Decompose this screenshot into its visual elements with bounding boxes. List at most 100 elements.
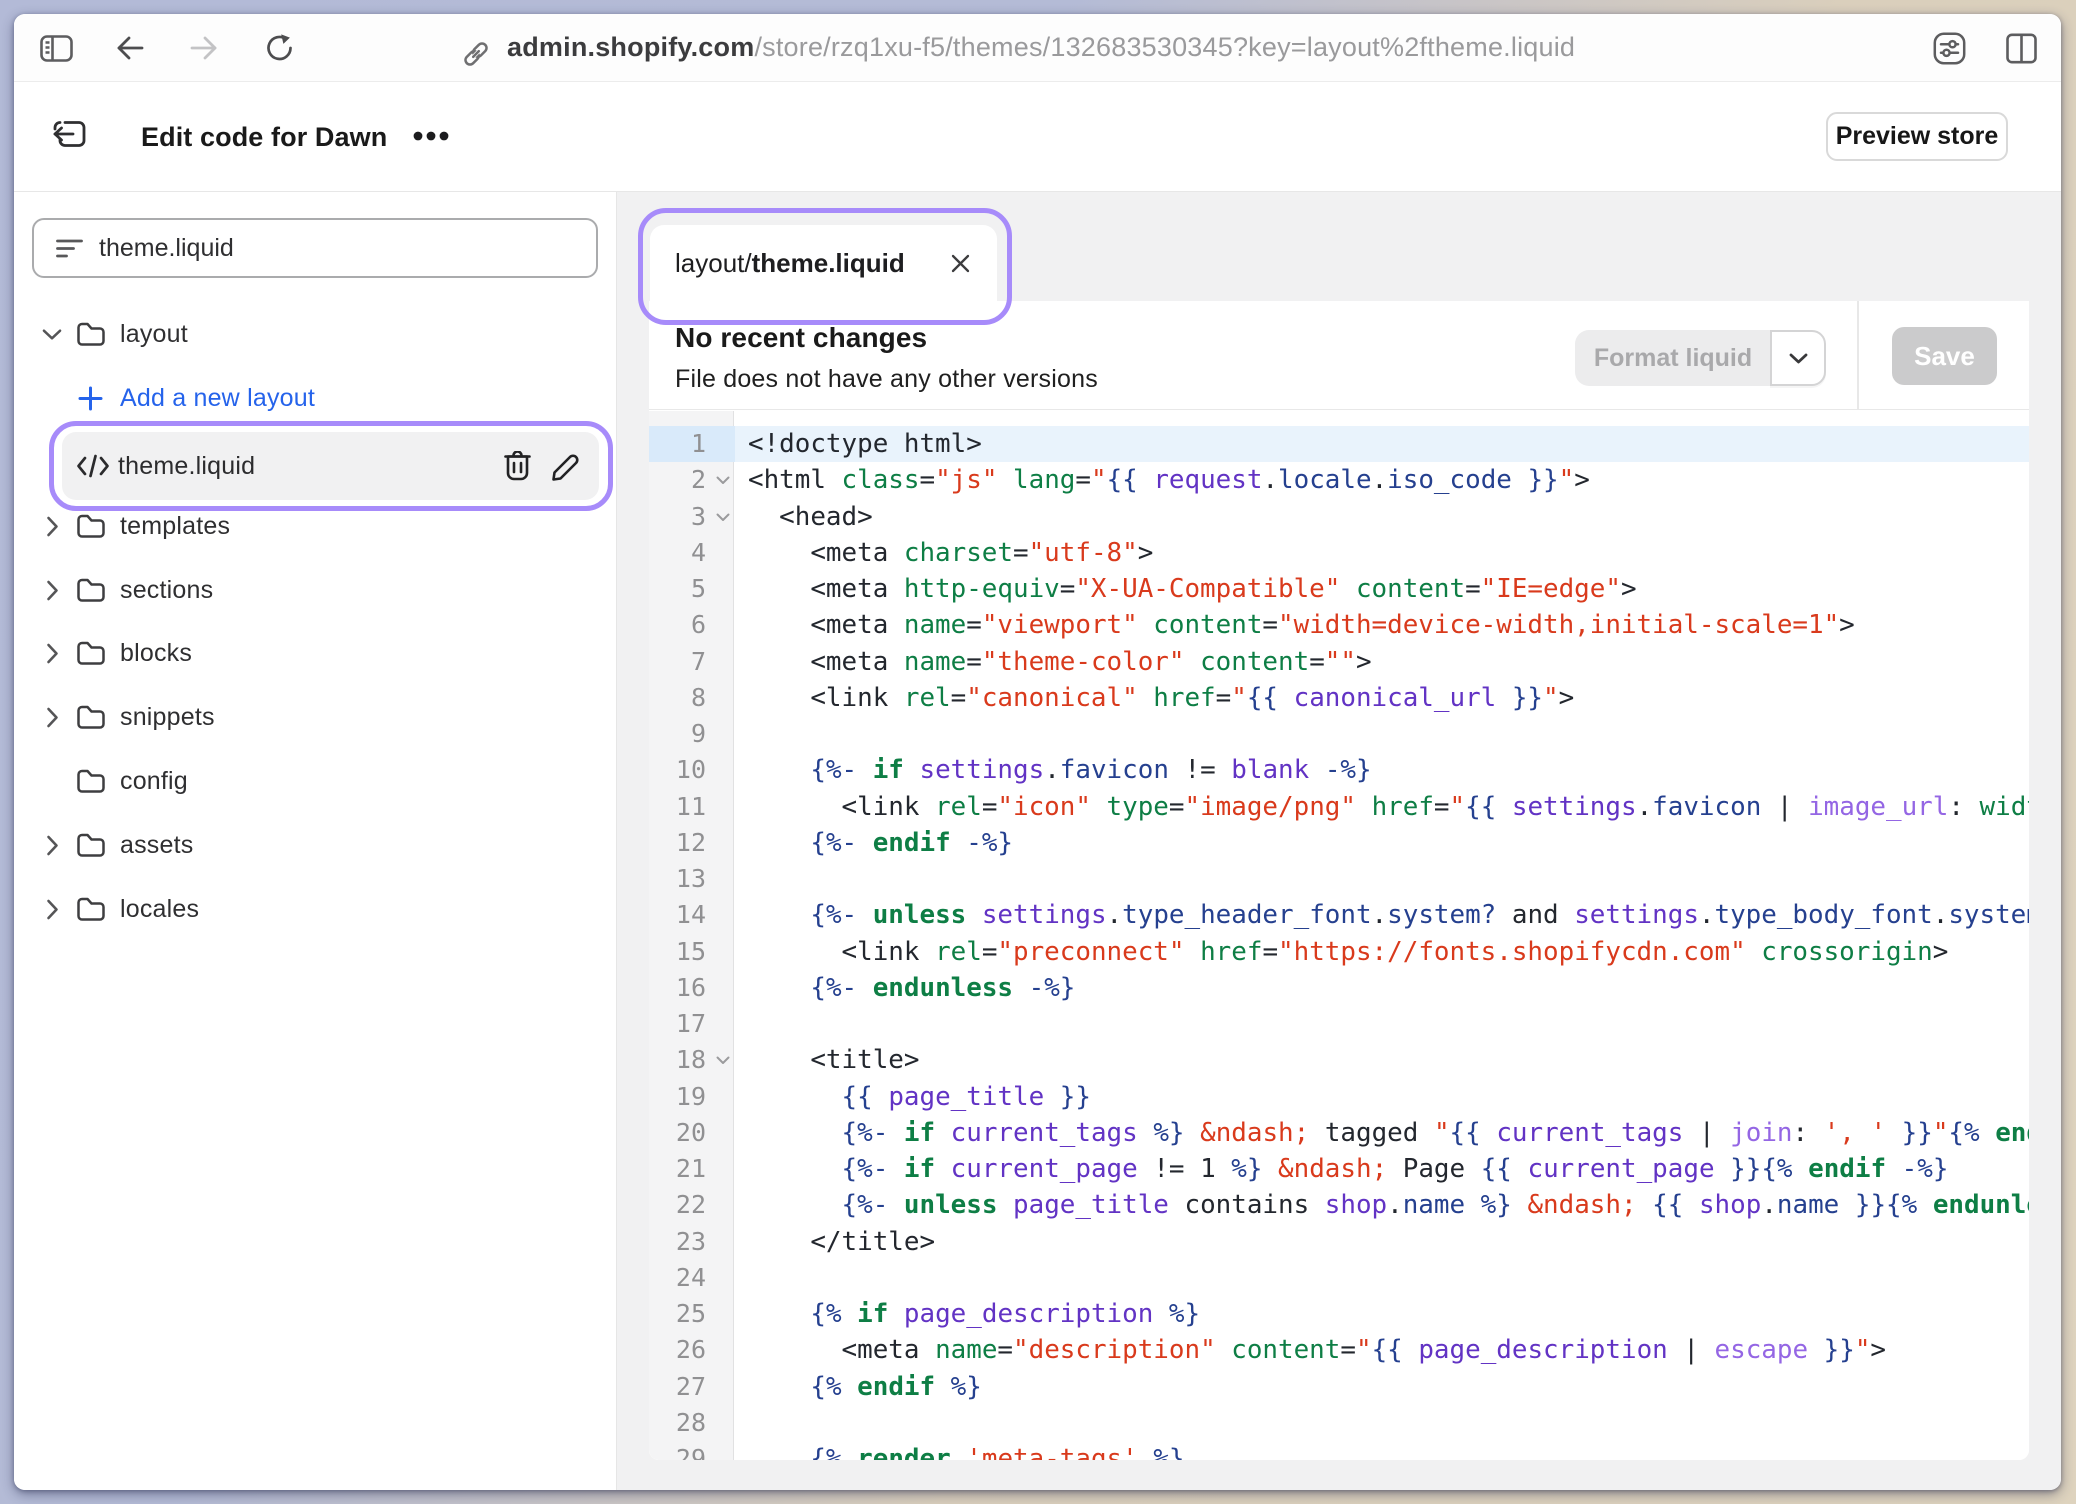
fold-chevron-icon[interactable]: [716, 1056, 730, 1065]
page-settings-icon[interactable]: [1933, 32, 1966, 65]
url-bar[interactable]: admin.shopify.com/store/rzq1xu-f5/themes…: [507, 14, 1575, 81]
folder-icon: [77, 641, 105, 665]
line-number: 18: [649, 1042, 735, 1078]
line-number: 12: [649, 825, 735, 861]
chevron-right-icon[interactable]: [42, 899, 62, 920]
folder-icon: [77, 897, 105, 921]
tree-file-label: theme.liquid: [118, 432, 255, 500]
tab-label: layout/theme.liquid: [675, 225, 905, 301]
reload-icon[interactable]: [265, 33, 295, 63]
code-line-text: <meta name="theme-color" content="">: [735, 644, 2029, 680]
code-line-21[interactable]: 21 {%- if current_page != 1 %} &ndash; P…: [649, 1151, 2029, 1187]
code-line-8[interactable]: 8 <link rel="canonical" href="{{ canonic…: [649, 680, 2029, 716]
tree-folder-sections[interactable]: sections: [14, 558, 616, 622]
code-line-13[interactable]: 13: [649, 861, 2029, 897]
tree-folder-locales[interactable]: locales: [14, 877, 616, 941]
chevron-right-icon[interactable]: [42, 580, 62, 601]
code-line-25[interactable]: 25 {% if page_description %}: [649, 1296, 2029, 1332]
chevron-down-icon[interactable]: [42, 328, 62, 341]
code-line-text: {% if page_description %}: [735, 1296, 2029, 1332]
split-view-icon[interactable]: [2006, 33, 2037, 64]
forward-icon[interactable]: [190, 34, 218, 62]
code-line-16[interactable]: 16 {%- endunless -%}: [649, 970, 2029, 1006]
code-line-6[interactable]: 6 <meta name="viewport" content="width=d…: [649, 607, 2029, 643]
tree-folder-blocks[interactable]: blocks: [14, 621, 616, 685]
code-line-23[interactable]: 23 </title>: [649, 1224, 2029, 1260]
code-line-15[interactable]: 15 <link rel="preconnect" href="https://…: [649, 934, 2029, 970]
status-title: No recent changes: [675, 322, 927, 354]
code-line-12[interactable]: 12 {%- endif -%}: [649, 825, 2029, 861]
code-line-26[interactable]: 26 <meta name="description" content="{{ …: [649, 1332, 2029, 1368]
tree-file-theme-liquid[interactable]: theme.liquid: [62, 432, 599, 500]
line-number: 9: [649, 716, 735, 752]
code-line-text: {%- unless settings.type_header_font.sys…: [735, 897, 2029, 933]
code-line-3[interactable]: 3 <head>: [649, 499, 2029, 535]
code-line-19[interactable]: 19 {{ page_title }}: [649, 1079, 2029, 1115]
code-line-20[interactable]: 20 {%- if current_tags %} &ndash; tagged…: [649, 1115, 2029, 1151]
line-number: 11: [649, 789, 735, 825]
code-line-2[interactable]: 2<html class="js" lang="{{ request.local…: [649, 462, 2029, 498]
chevron-right-icon[interactable]: [42, 516, 62, 537]
folder-icon: [77, 322, 105, 346]
code-line-7[interactable]: 7 <meta name="theme-color" content="">: [649, 644, 2029, 680]
tree-folder-label: assets: [120, 831, 193, 860]
fold-chevron-icon[interactable]: [716, 476, 730, 485]
code-line-1[interactable]: 1<!doctype html>: [649, 426, 2029, 462]
code-line-29[interactable]: 29 {% render 'meta-tags' %}: [649, 1441, 2029, 1460]
code-line-text: <head>: [735, 499, 2029, 535]
code-line-22[interactable]: 22 {%- unless page_title contains shop.n…: [649, 1187, 2029, 1223]
line-number: 3: [649, 499, 735, 535]
chevron-right-icon[interactable]: [42, 835, 62, 856]
code-line-text: {%- if settings.favicon != blank -%}: [735, 752, 2029, 788]
code-line-text: {%- unless page_title contains shop.name…: [735, 1187, 2029, 1223]
exit-icon[interactable]: [53, 119, 87, 149]
tree-folder-config[interactable]: config: [14, 749, 616, 813]
line-number: 4: [649, 535, 735, 571]
save-button[interactable]: Save: [1892, 327, 1997, 385]
tree-folder-label: snippets: [120, 703, 215, 732]
tree-folder-snippets[interactable]: snippets: [14, 685, 616, 749]
status-subtitle: File does not have any other versions: [675, 365, 1098, 394]
plus-icon: [78, 386, 103, 411]
preview-store-button[interactable]: Preview store: [1826, 112, 2008, 161]
browser-toolbar: admin.shopify.com/store/rzq1xu-f5/themes…: [14, 14, 2061, 82]
pencil-icon[interactable]: [551, 451, 581, 481]
tree-folder-templates[interactable]: templates: [14, 494, 616, 558]
code-line-27[interactable]: 27 {% endif %}: [649, 1369, 2029, 1405]
folder-icon: [77, 769, 105, 793]
tab-layout-theme-liquid[interactable]: layout/theme.liquid: [650, 225, 997, 301]
code-line-10[interactable]: 10 {%- if settings.favicon != blank -%}: [649, 752, 2029, 788]
code-line-24[interactable]: 24: [649, 1260, 2029, 1296]
back-icon[interactable]: [116, 34, 144, 62]
chevron-right-icon[interactable]: [42, 707, 62, 728]
link-icon: [461, 39, 491, 69]
code-line-text: <!doctype html>: [735, 426, 2029, 462]
close-icon[interactable]: [951, 254, 970, 273]
code-line-text: <meta name="viewport" content="width=dev…: [735, 607, 2029, 643]
code-line-text: </title>: [735, 1224, 2029, 1260]
fold-chevron-icon[interactable]: [716, 513, 730, 522]
format-liquid-button[interactable]: Format liquid: [1575, 330, 1771, 386]
code-line-17[interactable]: 17: [649, 1006, 2029, 1042]
line-number: 26: [649, 1332, 735, 1368]
sidebar-toggle-icon[interactable]: [40, 35, 73, 62]
code-line-28[interactable]: 28: [649, 1405, 2029, 1441]
code-line-18[interactable]: 18 <title>: [649, 1042, 2029, 1078]
code-line-5[interactable]: 5 <meta http-equiv="X-UA-Compatible" con…: [649, 571, 2029, 607]
code-line-text: {%- endif -%}: [735, 825, 2029, 861]
code-editor[interactable]: 1<!doctype html>2<html class="js" lang="…: [649, 411, 2029, 1460]
tree-folder-layout[interactable]: layout: [14, 302, 616, 366]
trash-icon[interactable]: [504, 451, 531, 481]
line-number: 14: [649, 897, 735, 933]
code-line-4[interactable]: 4 <meta charset="utf-8">: [649, 535, 2029, 571]
format-liquid-dropdown[interactable]: [1770, 330, 1826, 386]
more-actions-icon[interactable]: [413, 131, 449, 141]
chevron-right-icon[interactable]: [42, 643, 62, 664]
code-line-text: <html class="js" lang="{{ request.locale…: [735, 462, 2029, 498]
code-line-11[interactable]: 11 <link rel="icon" type="image/png" hre…: [649, 789, 2029, 825]
tree-folder-assets[interactable]: assets: [14, 813, 616, 877]
line-number: 21: [649, 1151, 735, 1187]
code-line-9[interactable]: 9: [649, 716, 2029, 752]
file-tree: layout Add a new layout: [14, 192, 616, 1490]
code-line-14[interactable]: 14 {%- unless settings.type_header_font.…: [649, 897, 2029, 933]
